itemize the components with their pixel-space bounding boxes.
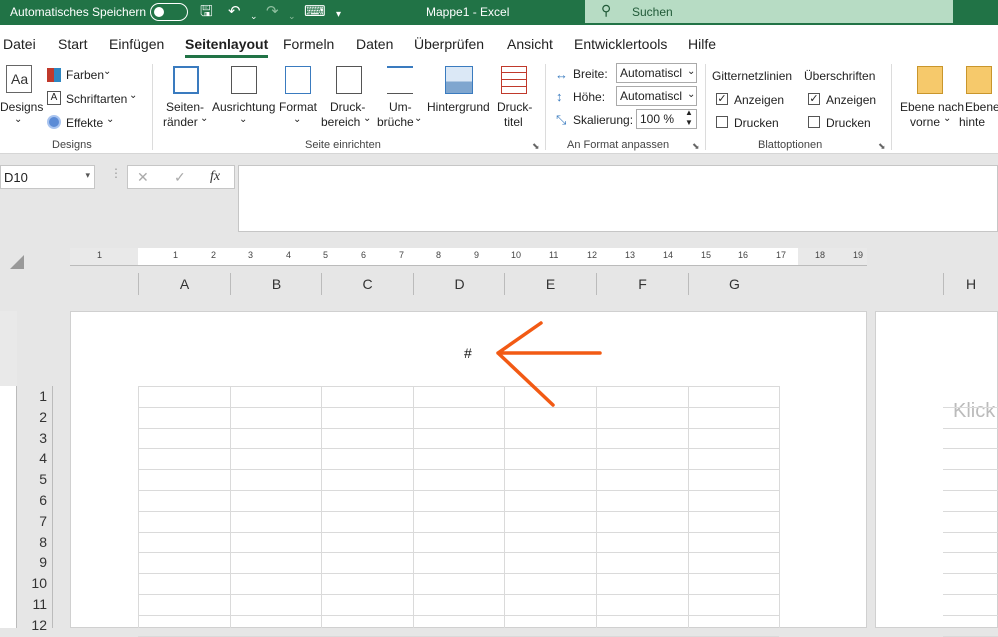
gridline	[943, 635, 998, 637]
gridline	[138, 635, 779, 637]
annotation-arrow	[496, 321, 602, 407]
arrow-icon	[496, 321, 602, 407]
